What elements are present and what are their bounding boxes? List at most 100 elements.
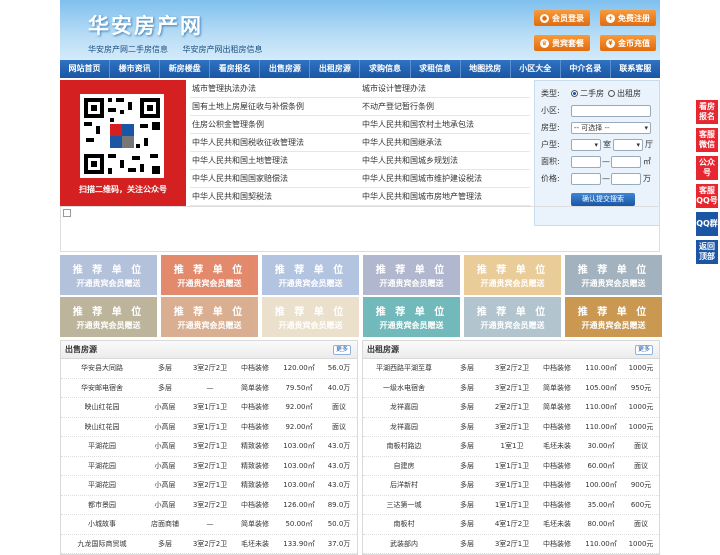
side-back-to-top[interactable]: 返回顶部 bbox=[696, 240, 718, 264]
listing-row[interactable]: 都市景园 小高层 3室2厅2卫 中档装修 126.00㎡ 89.0万 bbox=[61, 496, 357, 515]
listing-row[interactable]: 平湖花园 小高层 3室2厅1卫 精致装修 103.00㎡ 43.0万 bbox=[61, 457, 357, 476]
listing-community[interactable]: 平湖西路平湖至尊 bbox=[363, 363, 445, 373]
policy-link[interactable]: 中华人民共和国税收征收管理法 bbox=[190, 134, 360, 151]
listing-row[interactable]: 南板村 多层 4室1厅2卫 毛坯未装 80.00㎡ 面议 bbox=[363, 515, 659, 535]
policy-link[interactable]: 中华人民共和国城乡规划法 bbox=[360, 152, 530, 169]
nav-map-search[interactable]: 地图找房 bbox=[461, 60, 511, 78]
policy-link[interactable]: 中华人民共和国国家赔偿法 bbox=[190, 170, 360, 187]
policy-link[interactable]: 城市管理执法办法 bbox=[190, 80, 360, 97]
listing-row[interactable]: 映山红花园 小高层 3室1厅1卫 中档装修 92.00㎡ 面议 bbox=[61, 418, 357, 437]
hall-select[interactable] bbox=[613, 138, 643, 151]
listing-row[interactable]: 武装部内 多层 3室2厅1卫 中档装修 110.00㎡ 1000元 bbox=[363, 535, 659, 554]
listing-community[interactable]: 都市景园 bbox=[61, 500, 143, 510]
listing-row[interactable]: 龙祥嘉园 多层 2室2厅1卫 简单装修 110.00㎡ 1000元 bbox=[363, 398, 659, 418]
listing-row[interactable]: 南板村路边 多层 1室1卫 毛坯未装 30.00㎡ 面议 bbox=[363, 437, 659, 457]
policy-link[interactable]: 中华人民共和国农村土地承包法 bbox=[360, 116, 530, 133]
recommend-unit-slot[interactable]: 推 荐 单 位开通贵宾会员赠送 bbox=[363, 255, 460, 295]
policy-link[interactable]: 住房公积金管理条例 bbox=[190, 116, 360, 133]
listing-community[interactable]: 平湖花园 bbox=[61, 480, 143, 490]
recommend-unit-slot[interactable]: 推 荐 单 位开通贵宾会员赠送 bbox=[363, 297, 460, 337]
listing-community[interactable]: 九龙国际商贸城 bbox=[61, 539, 143, 549]
listing-community[interactable]: 南板村路边 bbox=[363, 441, 445, 451]
recommend-unit-slot[interactable]: 推 荐 单 位开通贵宾会员赠送 bbox=[464, 255, 561, 295]
member-login-button[interactable]: ● 会员登录 bbox=[534, 10, 590, 26]
listing-community[interactable]: 一级水电宿舍 bbox=[363, 383, 445, 393]
listing-row[interactable]: 后洋新村 多层 3室1厅1卫 中档装修 100.00㎡ 900元 bbox=[363, 476, 659, 496]
nav-for-rent[interactable]: 出租房源 bbox=[310, 60, 361, 78]
listing-community[interactable]: 后洋新村 bbox=[363, 480, 445, 490]
recommend-unit-slot[interactable]: 推 荐 单 位开通贵宾会员赠送 bbox=[565, 297, 662, 337]
listing-community[interactable]: 小城故事 bbox=[61, 519, 143, 529]
sale-more-link[interactable]: 更多 bbox=[332, 345, 351, 355]
listing-row[interactable]: 龙祥嘉园 多层 3室2厅1卫 中档装修 110.00㎡ 1000元 bbox=[363, 418, 659, 437]
policy-link[interactable]: 城市设计管理办法 bbox=[360, 80, 530, 97]
nav-contact[interactable]: 联系客服 bbox=[611, 60, 660, 78]
side-official-account[interactable]: 公众号 bbox=[696, 156, 718, 180]
listing-community[interactable]: 武装部内 bbox=[363, 539, 445, 549]
price-min-input[interactable] bbox=[571, 172, 601, 185]
recommend-unit-slot[interactable]: 推 荐 单 位开通贵宾会员赠送 bbox=[60, 255, 157, 295]
free-register-button[interactable]: + 免费注册 bbox=[600, 10, 656, 26]
recommend-unit-slot[interactable]: 推 荐 单 位开通贵宾会员赠送 bbox=[565, 255, 662, 295]
rent-more-link[interactable]: 更多 bbox=[634, 345, 653, 355]
side-service-wechat[interactable]: 客服微信 bbox=[696, 128, 718, 152]
listing-community[interactable]: 平湖花园 bbox=[61, 461, 143, 471]
listing-community[interactable]: 自建房 bbox=[363, 461, 445, 471]
vip-package-button[interactable]: ♛ 贵宾套餐 bbox=[534, 35, 590, 51]
recommend-unit-slot[interactable]: 推 荐 单 位开通贵宾会员赠送 bbox=[161, 297, 258, 337]
nav-viewing-signup[interactable]: 看房报名 bbox=[210, 60, 261, 78]
listing-row[interactable]: 自建房 多层 1室1厅1卫 中档装修 60.00㎡ 面议 bbox=[363, 457, 659, 476]
recommend-unit-slot[interactable]: 推 荐 单 位开通贵宾会员赠送 bbox=[60, 297, 157, 337]
side-service-qq[interactable]: 客服QQ号 bbox=[696, 184, 718, 208]
community-input[interactable] bbox=[571, 104, 651, 117]
site-logo[interactable]: 华安房产网 bbox=[88, 10, 203, 40]
listing-row[interactable]: 三达第一城 多层 1室1厅1卫 中档装修 35.00㎡ 600元 bbox=[363, 496, 659, 515]
nav-news[interactable]: 楼市资讯 bbox=[110, 60, 161, 78]
room-select[interactable] bbox=[571, 138, 601, 151]
policy-link[interactable]: 中华人民共和国继承法 bbox=[360, 134, 530, 151]
listing-community[interactable]: 映山红花园 bbox=[61, 402, 143, 412]
nav-new-homes[interactable]: 新房楼盘 bbox=[160, 60, 211, 78]
side-viewing-signup[interactable]: 看房报名 bbox=[696, 100, 718, 124]
listing-community[interactable]: 映山红花园 bbox=[61, 422, 143, 432]
radio-rental[interactable] bbox=[608, 90, 615, 97]
area-max-input[interactable] bbox=[611, 155, 641, 168]
listing-community[interactable]: 南板村 bbox=[363, 519, 445, 529]
listing-row[interactable]: 华安邮电宿舍 多层 — 简单装修 79.50㎡ 40.0万 bbox=[61, 379, 357, 398]
nav-agents[interactable]: 中介名录 bbox=[561, 60, 611, 78]
recommend-unit-slot[interactable]: 推 荐 单 位开通贵宾会员赠送 bbox=[161, 255, 258, 295]
policy-link[interactable]: 中华人民共和国城市维护建设税法 bbox=[360, 170, 530, 187]
area-min-input[interactable] bbox=[571, 155, 601, 168]
listing-community[interactable]: 华安邮电宿舍 bbox=[61, 383, 143, 393]
nav-communities[interactable]: 小区大全 bbox=[511, 60, 561, 78]
listing-community[interactable]: 华安县大同路 bbox=[61, 363, 143, 373]
price-max-input[interactable] bbox=[611, 172, 641, 185]
search-submit-button[interactable]: 确认提交搜索 bbox=[571, 193, 635, 206]
policy-link[interactable]: 国有土地上房屋征收与补偿条例 bbox=[190, 98, 360, 115]
listing-community[interactable]: 三达第一城 bbox=[363, 500, 445, 510]
listing-community[interactable]: 龙祥嘉园 bbox=[363, 422, 445, 432]
policy-link[interactable]: 中华人民共和国土地管理法 bbox=[190, 152, 360, 169]
listing-community[interactable]: 龙祥嘉园 bbox=[363, 402, 445, 412]
listing-row[interactable]: 小城故事 店面商铺 — 简单装修 50.00㎡ 50.0万 bbox=[61, 515, 357, 535]
recommend-unit-slot[interactable]: 推 荐 单 位开通贵宾会员赠送 bbox=[464, 297, 561, 337]
qr-banner[interactable]: 扫描二维码，关注公众号 bbox=[60, 80, 186, 206]
recommend-unit-slot[interactable]: 推 荐 单 位开通贵宾会员赠送 bbox=[262, 297, 359, 337]
coin-recharge-button[interactable]: ¥ 金币充值 bbox=[600, 35, 656, 51]
nav-wanted-rent[interactable]: 求租信息 bbox=[411, 60, 461, 78]
radio-secondhand[interactable] bbox=[571, 90, 578, 97]
policy-link[interactable]: 中华人民共和国城市房地产管理法 bbox=[360, 188, 530, 205]
listing-row[interactable]: 九龙国际商贸城 多层 3室2厅2卫 毛坯未装 133.90㎡ 37.0万 bbox=[61, 535, 357, 554]
policy-link[interactable]: 中华人民共和国契税法 bbox=[190, 188, 360, 205]
listing-community[interactable]: 平湖花园 bbox=[61, 441, 143, 451]
listing-row[interactable]: 平湖西路平湖至尊 多层 3室2厅2卫 中档装修 110.00㎡ 1000元 bbox=[363, 359, 659, 379]
listing-row[interactable]: 华安县大同路 多层 3室2厅2卫 中档装修 120.00㎡ 56.0万 bbox=[61, 359, 357, 379]
recommend-unit-slot[interactable]: 推 荐 单 位开通贵宾会员赠送 bbox=[262, 255, 359, 295]
policy-link[interactable]: 不动产登记暂行条例 bbox=[360, 98, 530, 115]
housetype-select[interactable]: -- 可选择 -- bbox=[571, 121, 651, 134]
nav-wanted-buy[interactable]: 求购信息 bbox=[360, 60, 411, 78]
ad-banner[interactable] bbox=[60, 206, 660, 252]
side-qq-group[interactable]: QQ群 bbox=[696, 212, 718, 236]
nav-for-sale[interactable]: 出售房源 bbox=[260, 60, 311, 78]
listing-row[interactable]: 平湖花园 小高层 3室2厅1卫 精致装修 103.00㎡ 43.0万 bbox=[61, 476, 357, 496]
